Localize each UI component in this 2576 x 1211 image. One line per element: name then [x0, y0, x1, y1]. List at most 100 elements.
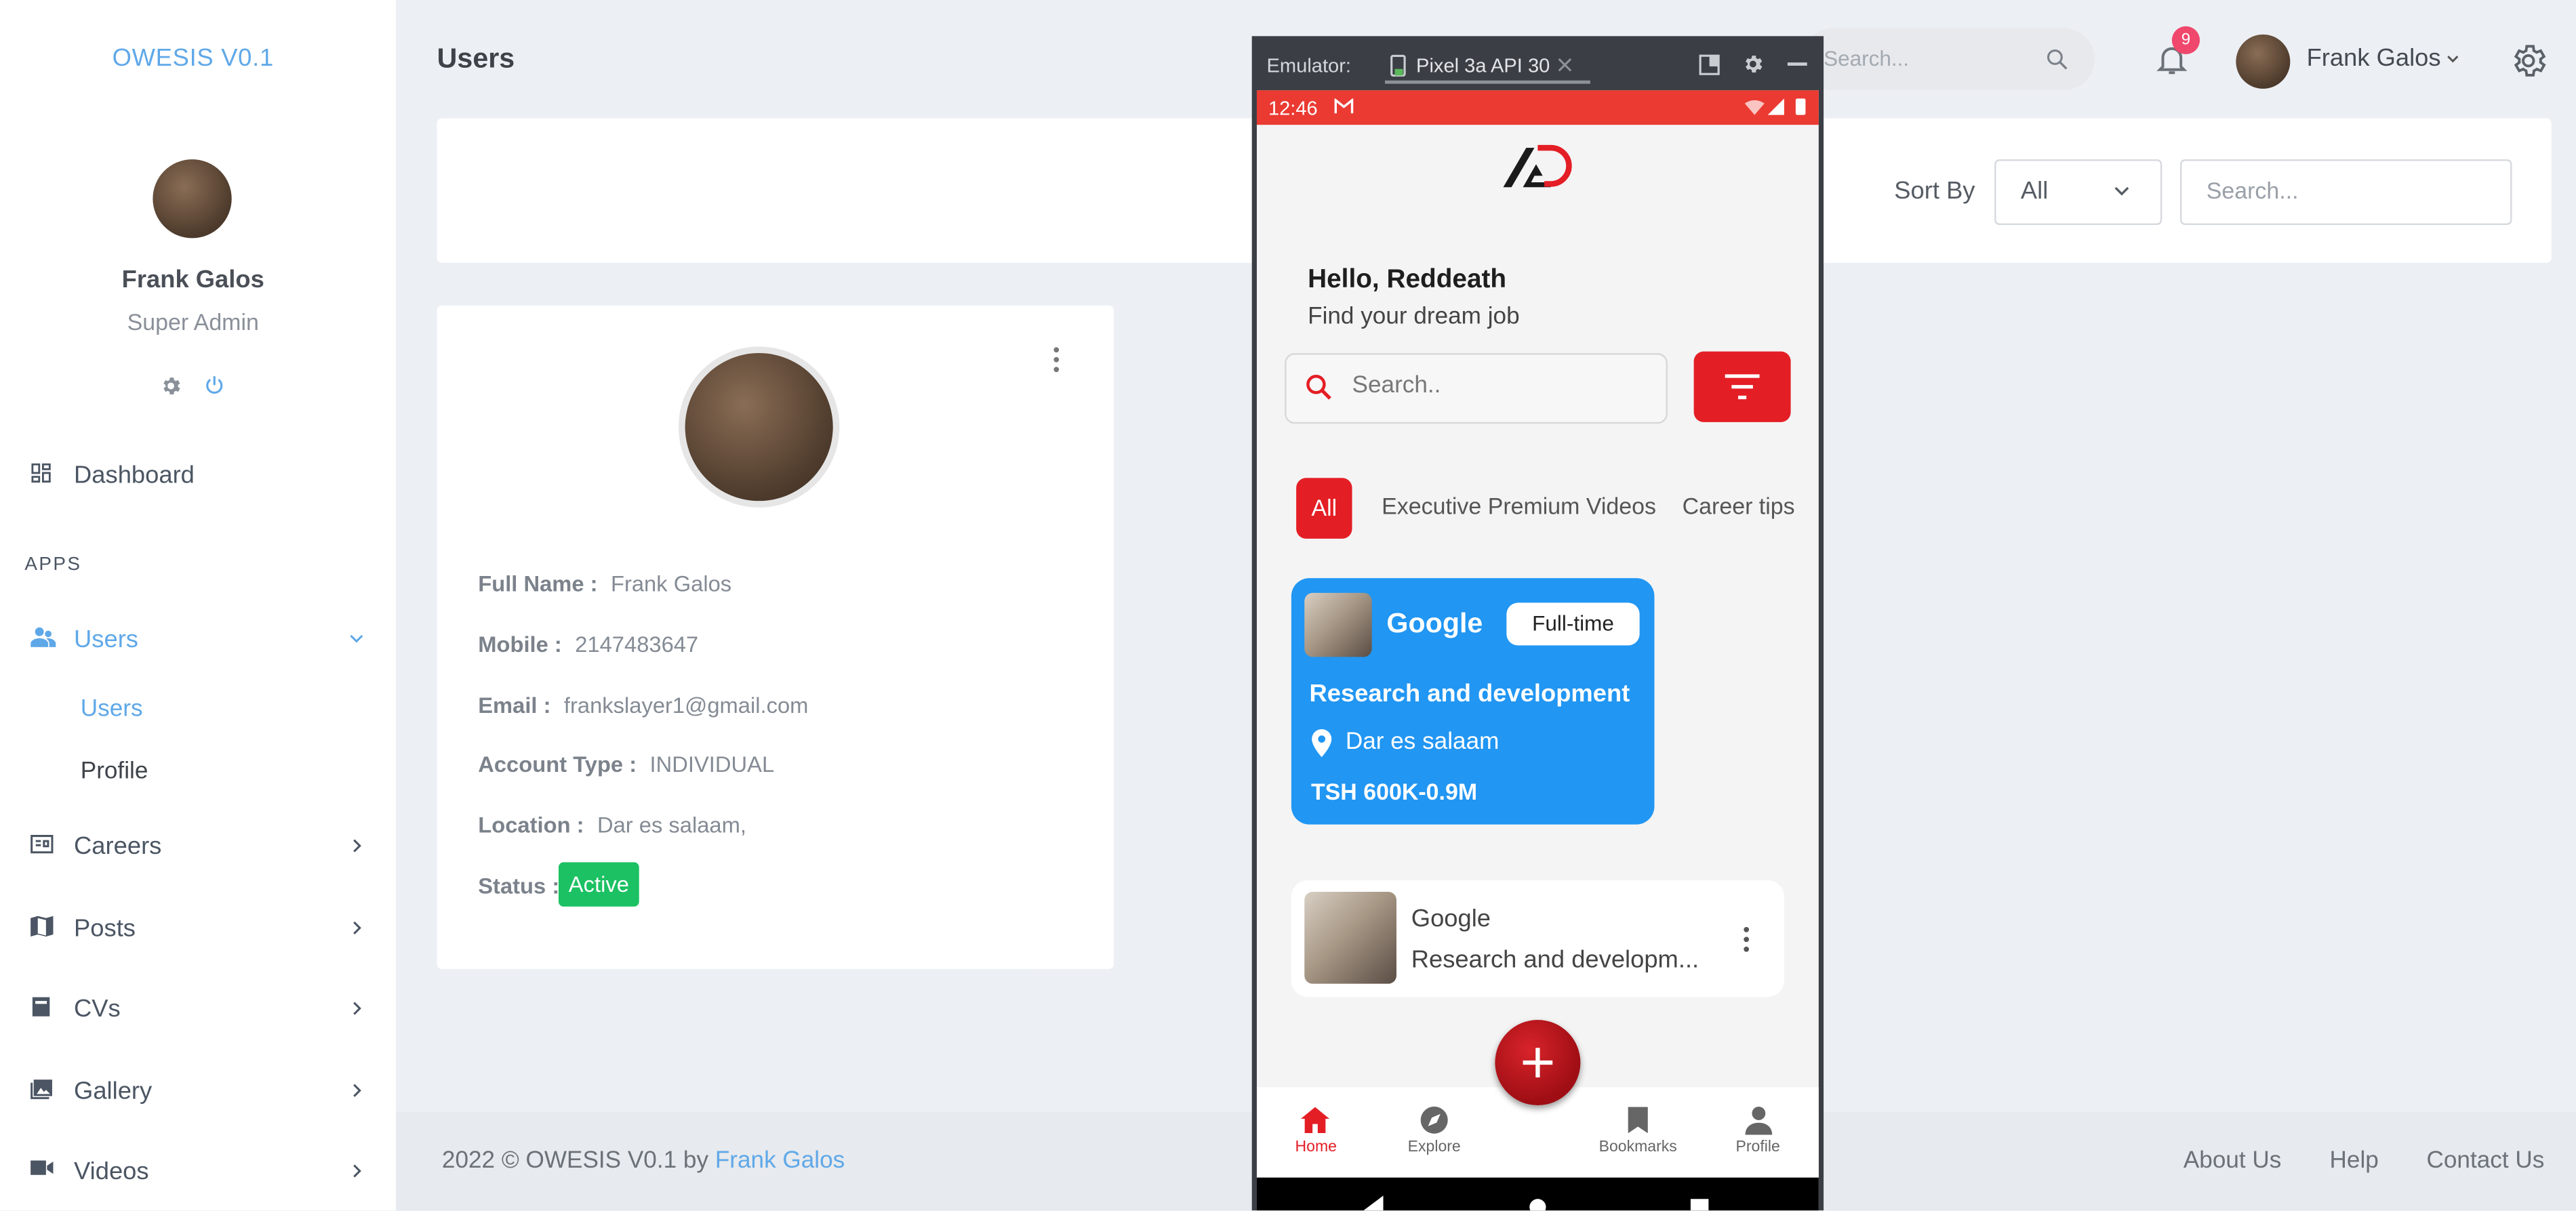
sidebar-subitem-users[interactable]: Users	[81, 697, 143, 723]
header-user-name[interactable]: Frank Galos	[2307, 44, 2441, 72]
list-job-title: Research and developm...	[1411, 945, 1699, 974]
nav-bookmarks-label[interactable]: Bookmarks	[1597, 1138, 1679, 1156]
power-icon[interactable]	[204, 375, 226, 396]
phone-search-input[interactable]	[1285, 353, 1668, 424]
sort-by-select[interactable]	[1994, 159, 2162, 226]
sidebar-item-label: Careers	[74, 832, 162, 860]
phone-subtitle: Find your dream job	[1308, 304, 1520, 331]
contact-us-link[interactable]: Contact Us	[2427, 1148, 2545, 1174]
gear-icon[interactable]	[1742, 53, 1765, 76]
field-label: Full Name :	[478, 571, 598, 596]
nav-explore-label[interactable]: Explore	[1393, 1138, 1475, 1156]
home-icon[interactable]	[1300, 1105, 1331, 1135]
back-icon[interactable]	[1363, 1195, 1384, 1211]
sidebar-item-users[interactable]: Users	[30, 619, 367, 659]
author-link[interactable]: Frank Galos	[715, 1148, 845, 1174]
sidebar-avatar	[153, 159, 232, 239]
person-icon[interactable]	[1745, 1105, 1773, 1135]
layout-icon[interactable]	[1699, 54, 1720, 76]
sidebar-item-label: Posts	[74, 914, 136, 942]
gmail-icon	[1334, 98, 1354, 115]
sidebar-subitem-profile[interactable]: Profile	[81, 759, 148, 785]
compass-icon[interactable]	[1420, 1105, 1449, 1135]
close-tab-icon[interactable]	[1557, 58, 1572, 73]
brand-logo[interactable]: OWESIS V0.1	[0, 44, 386, 72]
emulator-device-tab[interactable]: Pixel 3a API 30	[1416, 54, 1550, 77]
sidebar-item-careers[interactable]: Careers	[30, 826, 367, 865]
copyright-text: 2022 © OWESIS V0.1 by	[441, 1148, 709, 1174]
field-value: 2147483647	[575, 632, 699, 657]
location-pin-icon	[1311, 729, 1333, 758]
chip-executive-premium-videos[interactable]: Executive Premium Videos	[1382, 493, 1656, 519]
status-icons	[1744, 97, 1811, 117]
sidebar-item-label: Users	[74, 625, 138, 653]
field-label: Location :	[478, 813, 584, 838]
posts-icon	[30, 915, 56, 941]
full-name-field: Full Name : Frank Galos	[478, 571, 731, 596]
sidebar-item-label: CVs	[74, 994, 121, 1023]
sidebar-item-videos[interactable]: Videos	[30, 1151, 367, 1191]
search-icon	[1304, 373, 1332, 401]
email-field: Email : frankslayer1@gmail.com	[478, 693, 808, 718]
chip-all[interactable]: All	[1296, 478, 1352, 539]
field-value: INDIVIDUAL	[649, 752, 775, 777]
dashboard-icon	[30, 461, 56, 488]
bookmark-icon[interactable]	[1626, 1105, 1649, 1135]
field-label: Account Type :	[478, 752, 637, 777]
account-type-field: Account Type : INDIVIDUAL	[478, 752, 774, 777]
featured-job-company: Google	[1386, 607, 1483, 639]
chevron-down-icon	[2111, 181, 2133, 203]
help-link[interactable]: Help	[2330, 1148, 2379, 1174]
chevron-right-icon	[346, 918, 366, 938]
active-tab-indicator	[1385, 80, 1590, 84]
profile-avatar	[685, 353, 833, 501]
plus-icon	[1520, 1044, 1556, 1080]
sidebar-user-name: Frank Galos	[121, 266, 264, 294]
company-thumbnail	[1304, 592, 1372, 657]
featured-job-salary: TSH 600K-0.9M	[1310, 778, 1478, 805]
sidebar: OWESIS V0.1 Frank Galos Super Admin Dash…	[0, 0, 397, 1211]
search-icon[interactable]	[2045, 47, 2068, 70]
gallery-icon	[30, 1077, 56, 1104]
featured-job-location: Dar es salaam	[1345, 729, 1500, 756]
location-field: Location : Dar es salaam,	[478, 813, 746, 838]
nav-profile-label[interactable]: Profile	[1717, 1138, 1799, 1156]
more-vertical-icon[interactable]	[1742, 926, 1752, 953]
field-label: Mobile :	[478, 632, 562, 657]
phone-greeting: Hello, Reddeath	[1308, 266, 1507, 294]
field-label: Status :	[478, 874, 560, 899]
mobile-field: Mobile : 2147483647	[478, 632, 698, 657]
video-icon	[30, 1158, 56, 1185]
cv-icon	[30, 996, 56, 1022]
sidebar-item-posts[interactable]: Posts	[30, 908, 367, 947]
list-job-company: Google	[1411, 905, 1491, 933]
field-value: Frank Galos	[610, 571, 732, 596]
notification-badge: 9	[2171, 26, 2200, 54]
header-avatar[interactable]	[2236, 34, 2291, 89]
about-us-link[interactable]: About Us	[2183, 1148, 2282, 1174]
users-icon	[30, 625, 56, 652]
settings-icon[interactable]	[159, 375, 182, 398]
sort-by-label: Sort By	[1894, 177, 1975, 205]
sidebar-user-role: Super Admin	[127, 308, 259, 335]
field-label: Email :	[478, 693, 551, 718]
phone-search-placeholder: Search..	[1352, 373, 1441, 399]
gear-icon[interactable]	[2509, 41, 2548, 81]
apps-section-label: APPS	[24, 555, 82, 575]
chevron-down-icon[interactable]	[2444, 51, 2461, 67]
home-circle-icon[interactable]	[1528, 1197, 1548, 1211]
sidebar-item-gallery[interactable]: Gallery	[30, 1071, 367, 1110]
sidebar-item-dashboard[interactable]: Dashboard	[30, 455, 367, 494]
footer-copyright: 2022 © OWESIS V0.1 by Frank Galos	[442, 1148, 845, 1174]
sidebar-item-label: Videos	[74, 1157, 149, 1185]
sidebar-item-cvs[interactable]: CVs	[30, 989, 367, 1028]
more-vertical-icon[interactable]	[1051, 346, 1062, 373]
company-thumbnail	[1304, 891, 1396, 984]
nav-home-label[interactable]: Home	[1275, 1138, 1357, 1156]
chip-career-tips[interactable]: Career tips	[1683, 493, 1795, 519]
recents-icon[interactable]	[1690, 1199, 1709, 1211]
page-title: Users	[437, 43, 515, 75]
field-value: frankslayer1@gmail.com	[563, 693, 809, 718]
chevron-right-icon	[346, 836, 366, 856]
minimize-icon[interactable]	[1787, 62, 1807, 67]
